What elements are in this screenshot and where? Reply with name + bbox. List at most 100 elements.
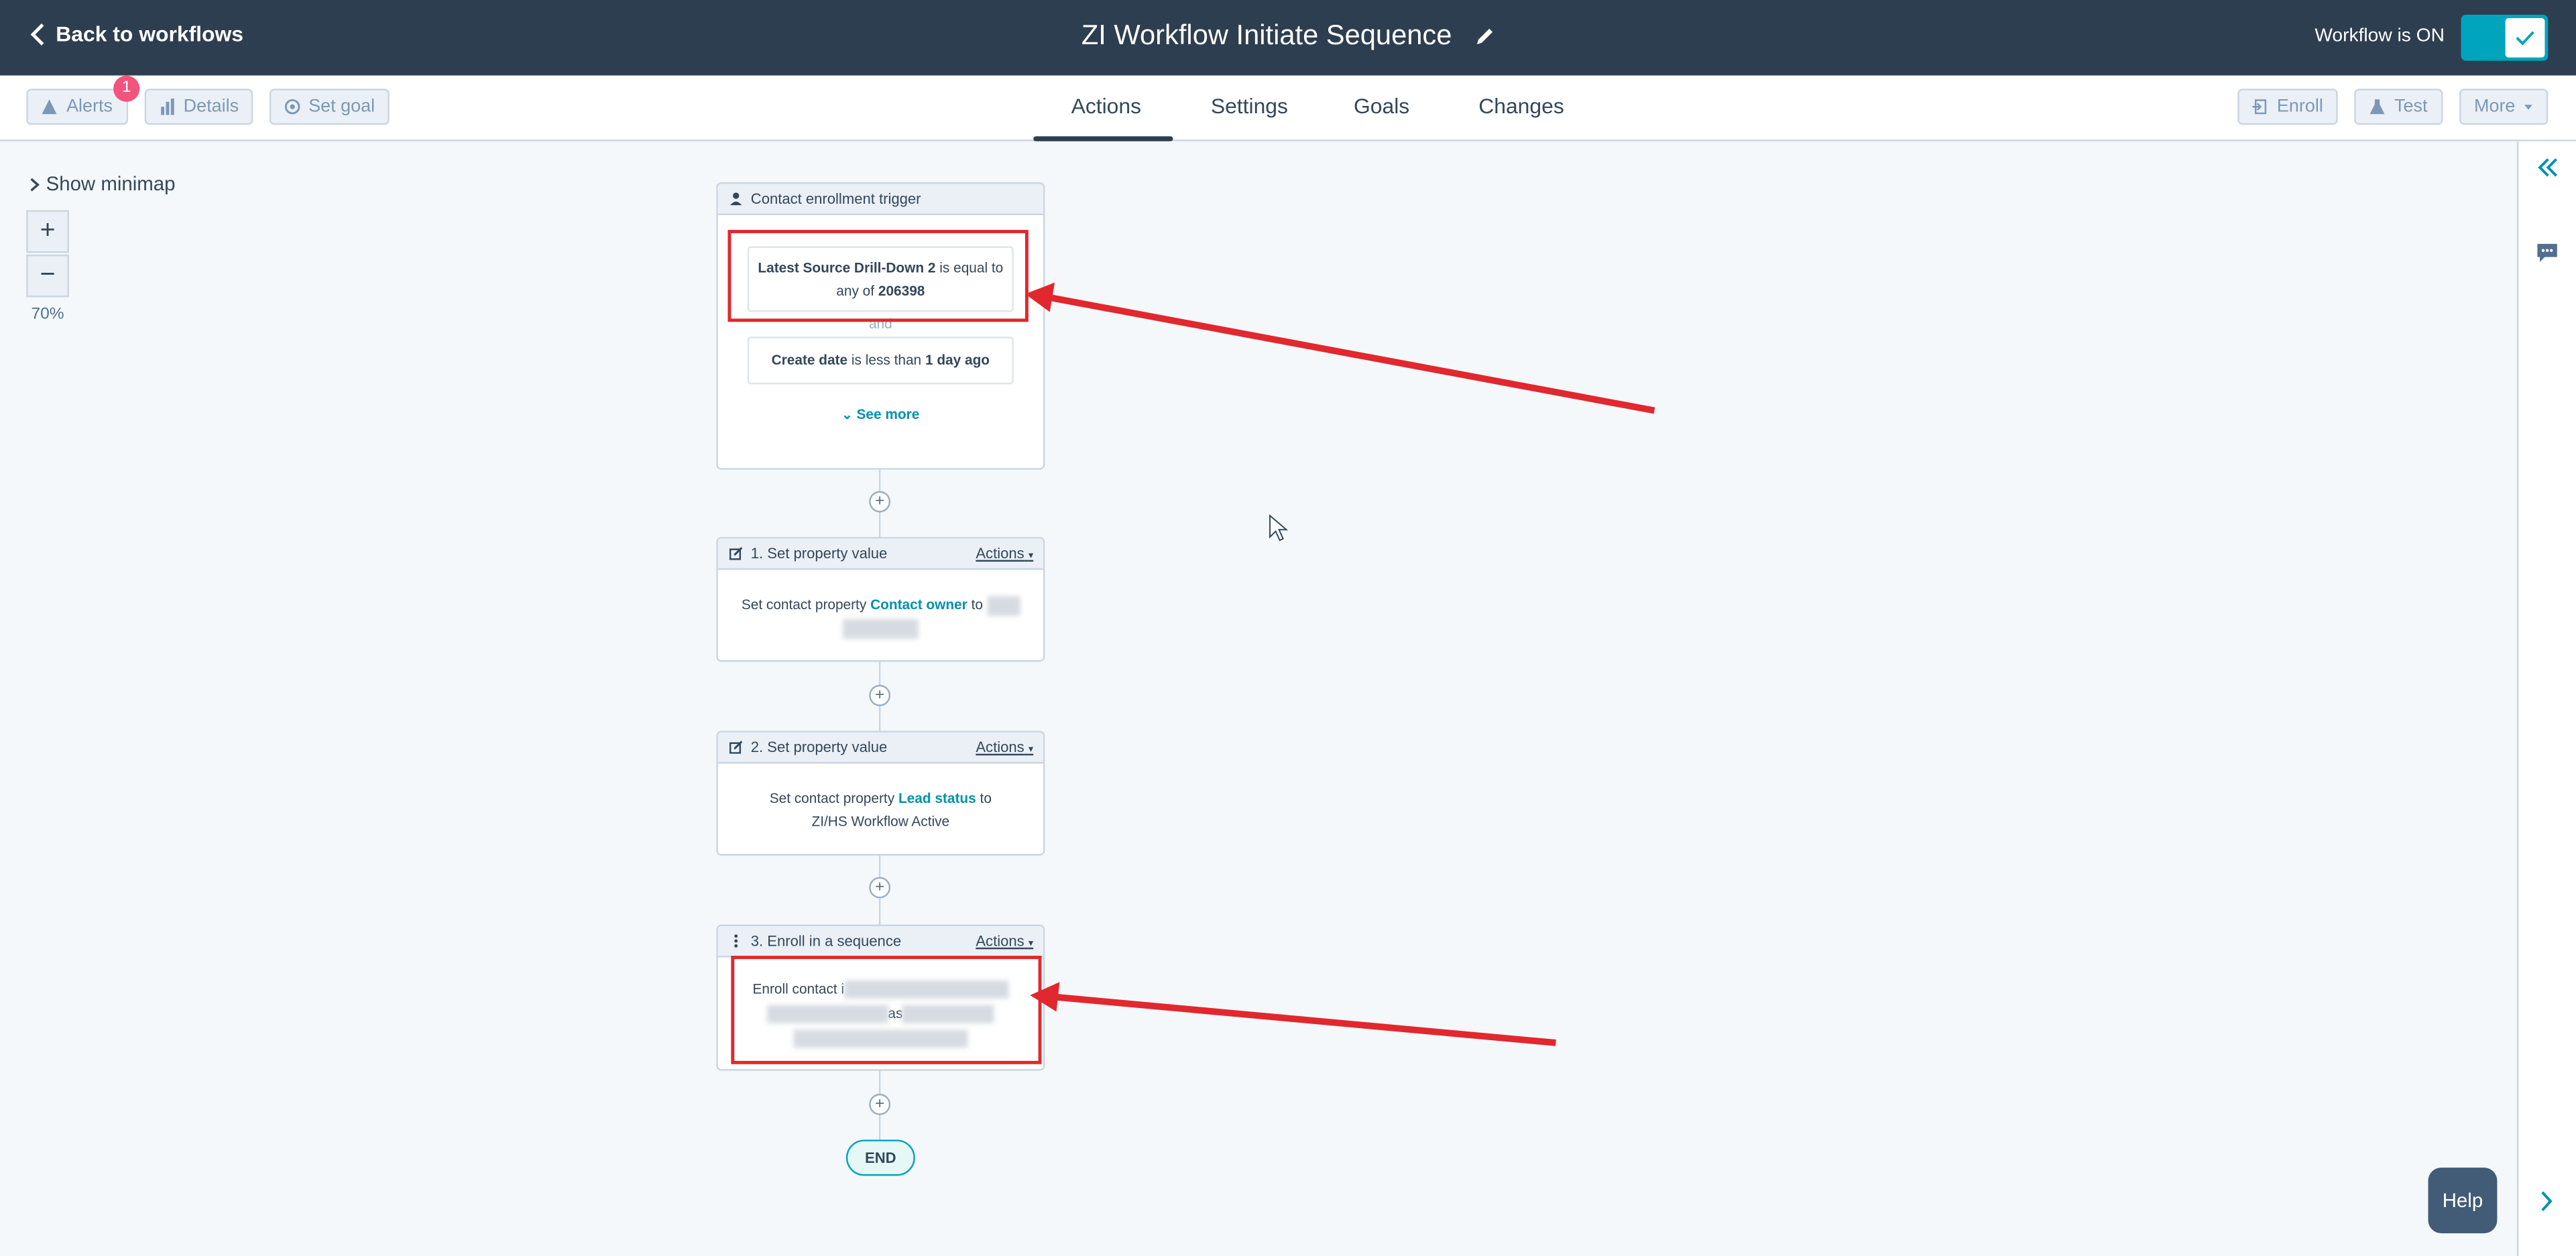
workflow-title: ZI Workflow Initiate Sequence — [1081, 19, 1452, 51]
action-2-header: 2. Set property value Actions ▾ — [717, 732, 1043, 764]
enroll-button[interactable]: Enroll — [2237, 88, 2338, 125]
action-2-menu-label: Actions — [976, 739, 1024, 756]
zoom-in-button[interactable]: + — [26, 210, 69, 253]
warning-icon — [42, 99, 58, 115]
annotation-arrows — [1024, 282, 1655, 1046]
filter-1-operator: is equal to — [939, 259, 1004, 276]
top-bar: Back to workflows ZI Workflow Initiate S… — [0, 0, 2576, 76]
redacted-value — [986, 595, 1020, 616]
action-3-body: Enroll contact i as — [718, 958, 1043, 1052]
redacted-value — [766, 1005, 888, 1024]
test-button[interactable]: Test — [2354, 88, 2443, 125]
action-3-as: as — [888, 1005, 903, 1022]
chart-icon — [160, 99, 174, 115]
filter-1-property: Latest Source Drill-Down 2 — [758, 259, 936, 276]
annotation-arrow-2 — [1053, 993, 1556, 1046]
edit-property-icon — [729, 547, 743, 560]
action-3-title: 3. Enroll in a sequence — [750, 932, 902, 950]
action-1-to: to — [971, 596, 983, 613]
details-label: Details — [183, 97, 239, 117]
right-side-panel — [2516, 141, 2576, 1256]
action-1-menu-label: Actions — [976, 545, 1024, 562]
pencil-icon[interactable] — [1475, 26, 1495, 46]
caret-down-icon: ▾ — [1028, 939, 1034, 950]
add-action-button[interactable]: + — [869, 684, 891, 706]
action-2-value: ZI/HS Workflow Active — [811, 812, 950, 830]
redacted-value — [902, 1005, 995, 1024]
action-card-1[interactable]: 1. Set property value Actions ▾ Set cont… — [716, 537, 1045, 662]
trigger-filter-1[interactable]: Latest Source Drill-Down 2 is equal to a… — [747, 246, 1014, 312]
enroll-label: Enroll — [2276, 97, 2323, 117]
action-card-3[interactable]: 3. Enroll in a sequence Actions ▾ Enroll… — [716, 924, 1045, 1071]
set-goal-button[interactable]: Set goal — [269, 88, 390, 125]
action-1-text: Set contact property — [741, 596, 867, 613]
action-1-property: Contact owner — [870, 596, 968, 613]
add-action-button[interactable]: + — [869, 491, 891, 513]
back-to-workflows-link[interactable]: Back to workflows — [30, 21, 243, 46]
action-1-actions-menu[interactable]: Actions ▾ — [976, 545, 1033, 562]
target-icon — [284, 99, 300, 115]
contact-icon — [730, 192, 742, 206]
edit-property-icon — [729, 741, 743, 754]
caret-down-icon: ▾ — [1028, 552, 1034, 562]
enroll-icon — [2252, 99, 2266, 115]
action-3-text: Enroll contact i — [752, 980, 845, 997]
add-action-button[interactable]: + — [869, 1093, 891, 1115]
test-label: Test — [2394, 97, 2428, 117]
redacted-value — [793, 1029, 968, 1048]
end-node: END — [845, 1139, 915, 1176]
alerts-count-badge: 1 — [113, 75, 140, 102]
toggle-knob — [2505, 17, 2545, 58]
more-label: More — [2474, 97, 2516, 117]
add-action-button[interactable]: + — [869, 877, 891, 899]
action-1-body: Set contact property Contact owner to — [718, 570, 1043, 639]
trigger-card-header: Contact enrollment trigger — [717, 184, 1043, 215]
chevron-right-icon — [30, 177, 40, 191]
more-dropdown[interactable]: More — [2459, 88, 2549, 125]
active-tab-indicator — [1033, 136, 1173, 141]
filter-2-property: Create date — [771, 351, 848, 368]
alerts-button[interactable]: Alerts — [26, 88, 129, 125]
action-3-menu-label: Actions — [976, 932, 1024, 950]
caret-down-icon: ▾ — [1028, 745, 1034, 756]
action-2-to: to — [980, 790, 992, 807]
see-more-link[interactable]: ⌄ See more — [718, 405, 1043, 422]
sequence-icon — [734, 934, 738, 948]
tab-changes[interactable]: Changes — [1478, 94, 1564, 119]
sub-toolbar: Alerts Details Set goal Actions Settings… — [0, 75, 2576, 141]
action-2-title: 2. Set property value — [750, 739, 888, 756]
alerts-label: Alerts — [66, 97, 113, 117]
filter-2-value: 1 day ago — [925, 351, 990, 368]
workflow-on-toggle[interactable] — [2461, 15, 2549, 61]
annotation-arrow-1 — [1047, 294, 1655, 414]
action-2-actions-menu[interactable]: Actions ▾ — [976, 739, 1033, 756]
double-chevron-left-icon[interactable] — [2536, 158, 2559, 177]
see-more-label: See more — [856, 405, 920, 422]
caret-down-icon — [2524, 105, 2532, 110]
chevron-down-icon: ⌄ — [841, 407, 853, 422]
action-2-text: Set contact property — [769, 790, 895, 807]
action-card-2[interactable]: 2. Set property value Actions ▾ Set cont… — [716, 731, 1045, 856]
redacted-value — [842, 619, 919, 639]
zoom-out-button[interactable]: − — [26, 254, 69, 298]
minimap-label: Show minimap — [46, 172, 176, 196]
tab-goals[interactable]: Goals — [1354, 94, 1409, 119]
workflow-editor: Back to workflows ZI Workflow Initiate S… — [0, 0, 2576, 1256]
comment-icon[interactable] — [2536, 243, 2558, 263]
action-1-header: 1. Set property value Actions ▾ — [717, 538, 1043, 570]
filter-join-and: and — [868, 315, 892, 332]
help-button[interactable]: Help — [2428, 1168, 2498, 1234]
redacted-value — [844, 981, 1009, 999]
action-2-property: Lead status — [898, 790, 976, 807]
tab-settings[interactable]: Settings — [1211, 94, 1288, 119]
trigger-filter-2[interactable]: Create date is less than 1 day ago — [747, 336, 1014, 385]
flask-icon — [2370, 99, 2386, 115]
show-minimap-toggle[interactable]: Show minimap — [30, 172, 176, 196]
details-button[interactable]: Details — [144, 88, 253, 125]
tab-actions[interactable]: Actions — [1071, 94, 1141, 119]
action-3-actions-menu[interactable]: Actions ▾ — [976, 933, 1033, 950]
chevron-right-icon[interactable] — [2540, 1190, 2553, 1212]
enrollment-trigger-card[interactable]: Contact enrollment trigger Latest Source… — [716, 182, 1045, 470]
filter-2-operator: is less than — [851, 351, 922, 368]
set-goal-label: Set goal — [308, 97, 375, 117]
